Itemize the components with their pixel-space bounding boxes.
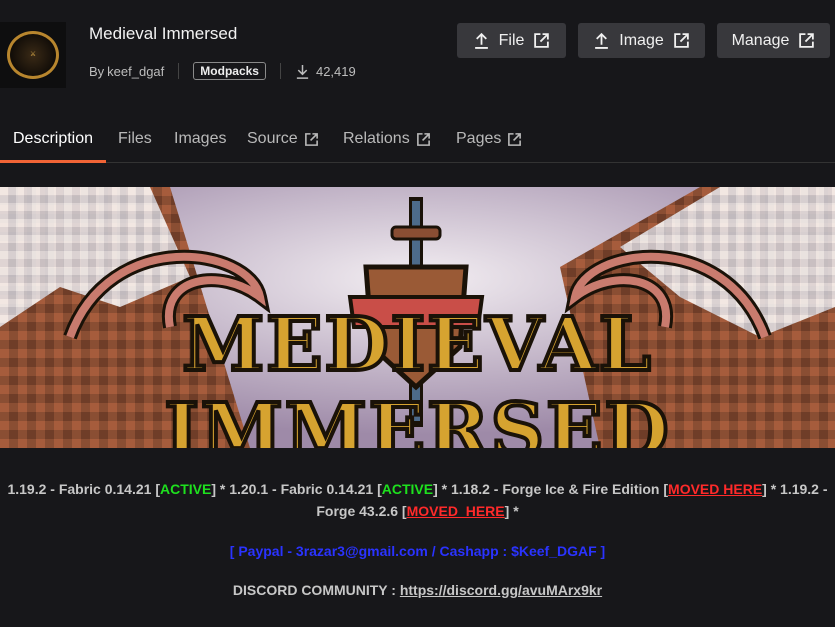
version-text: ] * 1.20.1 - Fabric 0.14.21 [: [211, 481, 382, 497]
project-banner-image: MEDIEVAL IMMERSED: [0, 187, 835, 448]
active-tab-indicator: [0, 160, 106, 163]
tab-label: Description: [13, 130, 94, 147]
manage-button-label: Manage: [731, 31, 790, 49]
tab-label: Relations: [343, 130, 410, 147]
author-link[interactable]: keef_dgaf: [107, 64, 164, 79]
version-text: ] *: [504, 503, 519, 519]
image-upload-button[interactable]: Image: [578, 23, 705, 58]
download-icon: [296, 64, 309, 79]
version-text: 1.19.2 - Fabric 0.14.21 [: [7, 481, 160, 497]
manage-button[interactable]: Manage: [717, 23, 830, 58]
discord-link[interactable]: https://discord.gg/avuMArx9kr: [400, 582, 602, 598]
tab-files[interactable]: Files: [118, 130, 152, 148]
tab-label: Images: [174, 130, 227, 147]
tab-source[interactable]: Source: [247, 130, 319, 148]
moved-here-link[interactable]: MOVED_HERE: [407, 503, 505, 519]
meta-divider: [178, 63, 180, 79]
payment-info: [ Paypal - 3razar3@gmail.com / Cashapp :…: [229, 543, 606, 559]
download-count: 42,419: [295, 64, 356, 79]
banner-title-text: MEDIEVAL IMMERSED: [162, 300, 671, 448]
external-link-icon: [673, 33, 689, 48]
upload-icon: [474, 32, 488, 49]
discord-label: DISCORD COMMUNITY :: [232, 582, 400, 598]
moved-here-link[interactable]: MOVED HERE: [668, 481, 762, 497]
version-text: ] * 1.18.2 - Forge Ice & Fire Edition [: [433, 481, 669, 497]
discord-line: DISCORD COMMUNITY : https://discord.gg/a…: [0, 579, 835, 601]
tab-label: Files: [118, 130, 152, 147]
upload-icon: [595, 32, 609, 49]
category-tag[interactable]: Modpacks: [193, 62, 266, 80]
tab-pages[interactable]: Pages: [456, 130, 522, 148]
tab-description[interactable]: Description: [13, 130, 93, 148]
version-list: 1.19.2 - Fabric 0.14.21 [ACTIVE] * 1.20.…: [0, 478, 835, 522]
project-header: ⚔ Medieval Immersed By keef_dgaf Modpack…: [0, 0, 835, 110]
tab-bar: Description Files Images Source Relation…: [0, 122, 835, 163]
logo-emblem-icon: ⚔: [7, 31, 59, 79]
project-logo[interactable]: ⚔: [0, 22, 66, 88]
file-upload-button[interactable]: File: [457, 23, 566, 58]
project-meta: By keef_dgaf Modpacks 42,419: [89, 62, 356, 80]
external-link-icon: [416, 132, 430, 146]
meta-divider: [279, 63, 281, 79]
tab-relations[interactable]: Relations: [343, 130, 431, 148]
tab-images[interactable]: Images: [174, 130, 226, 148]
external-link-icon: [799, 33, 815, 48]
active-label: ACTIVE: [159, 481, 212, 497]
tab-label: Source: [247, 130, 298, 147]
external-link-icon: [534, 33, 550, 48]
image-button-label: Image: [619, 31, 664, 49]
external-link-icon: [304, 132, 318, 146]
description-body: 1.19.2 - Fabric 0.14.21 [ACTIVE] * 1.20.…: [0, 478, 835, 601]
author-prefix: By: [89, 63, 105, 79]
file-button-label: File: [498, 31, 525, 49]
download-count-value: 42,419: [315, 63, 356, 79]
project-title: Medieval Immersed: [89, 24, 238, 43]
external-link-icon: [508, 132, 522, 146]
active-label: ACTIVE: [381, 481, 434, 497]
tab-label: Pages: [456, 130, 502, 147]
